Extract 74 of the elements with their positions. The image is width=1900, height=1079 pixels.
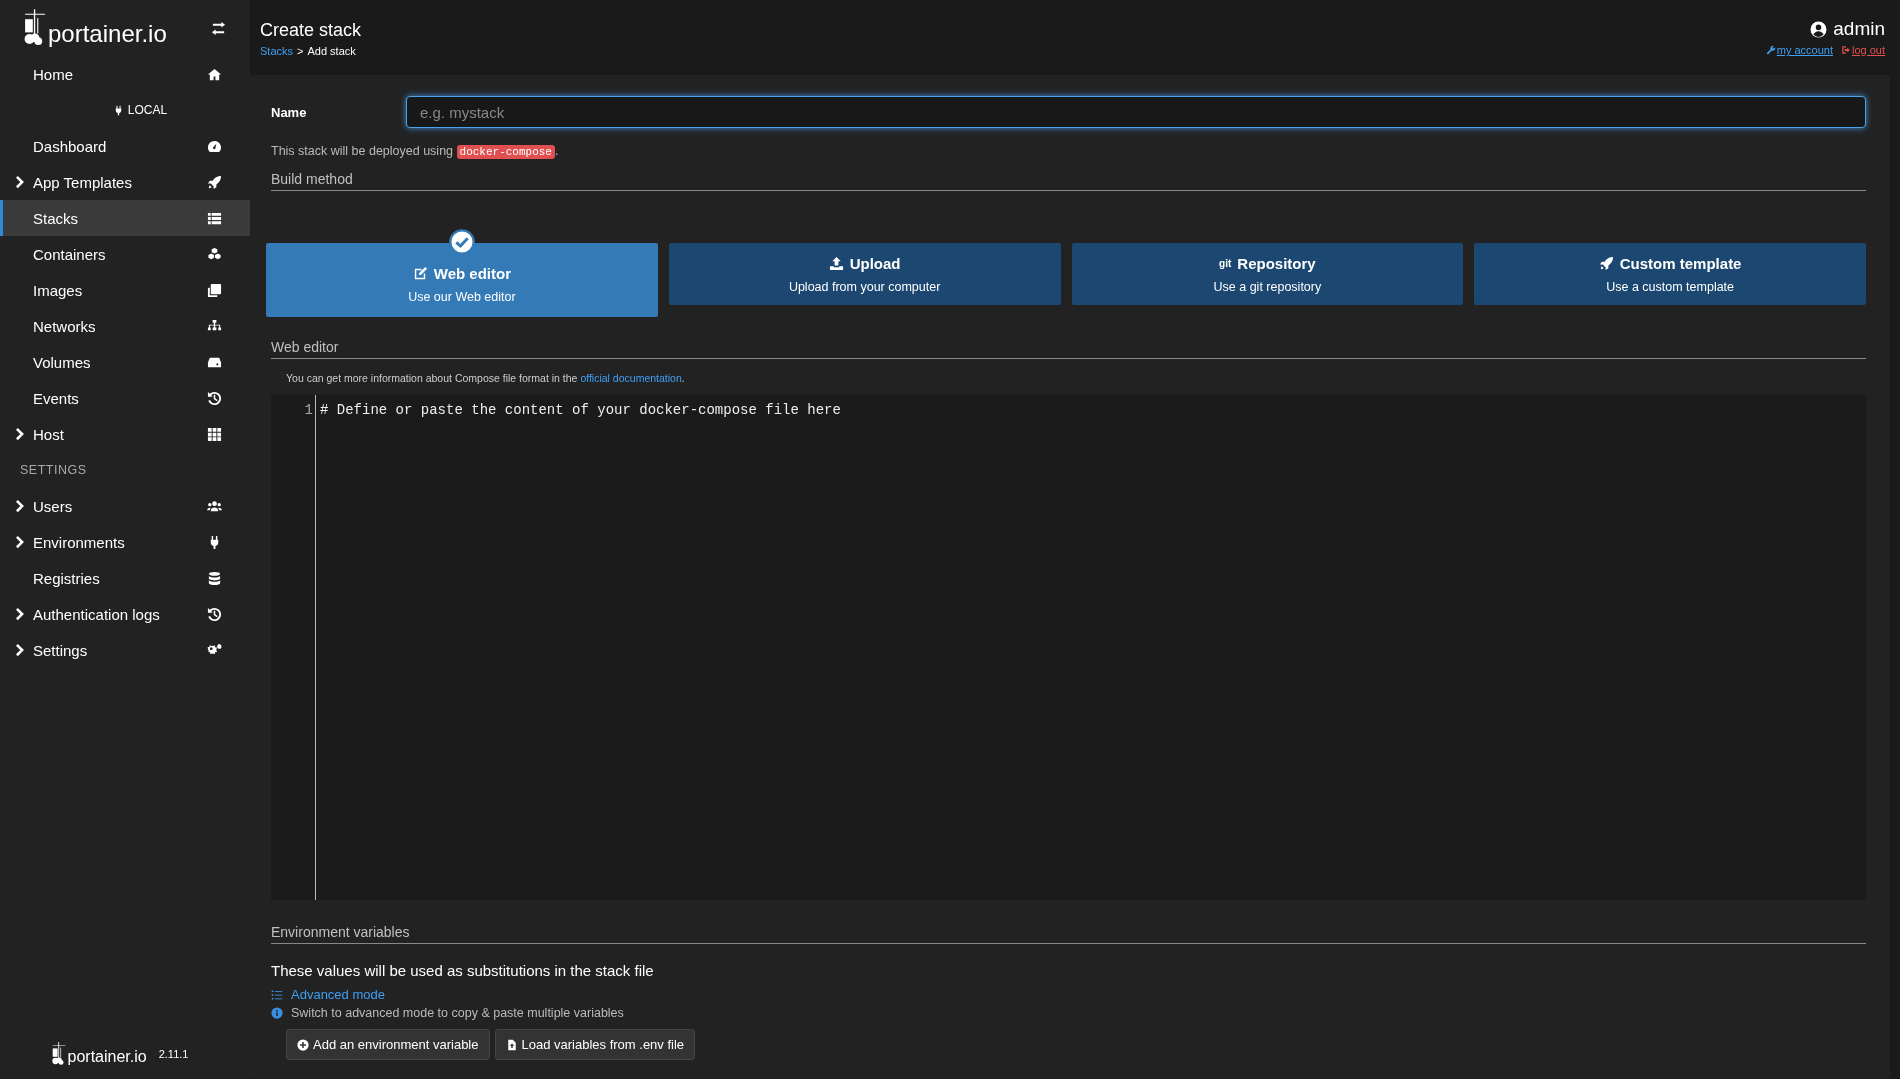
breadcrumb-current: Add stack bbox=[307, 45, 356, 57]
rocket-icon bbox=[207, 174, 222, 190]
editor-note: You can get more information about Compose file format in the official documentation. bbox=[286, 372, 686, 384]
cubes-icon bbox=[207, 246, 222, 262]
sidebar-item[interactable]: Settings bbox=[0, 632, 250, 668]
sidebar-item[interactable]: Stacks bbox=[0, 200, 250, 236]
breadcrumb-separator: > bbox=[297, 45, 304, 57]
clone-icon bbox=[207, 282, 222, 298]
documentation-link[interactable]: official documentation bbox=[580, 372, 682, 384]
sign-out-icon bbox=[1840, 45, 1851, 55]
list-icon bbox=[207, 210, 222, 226]
sidebar-item[interactable]: Environments bbox=[0, 524, 250, 560]
settings-heading: SETTINGS bbox=[19, 462, 88, 479]
grid-icon bbox=[207, 426, 222, 442]
file-upload-icon bbox=[505, 1038, 518, 1051]
line-number: 1 bbox=[304, 402, 313, 418]
advanced-mode-hint: Switch to advanced mode to copy & paste multiple variables bbox=[291, 1006, 624, 1020]
logo-text: portainer.io bbox=[67, 1048, 147, 1066]
env-variable-button[interactable]: Load variables from .env file bbox=[494, 1029, 696, 1060]
sidebar-item[interactable]: App Templates bbox=[0, 164, 250, 200]
build-method-option[interactable]: Upload Upload from your computer bbox=[668, 243, 1061, 305]
log-out-link[interactable]: log out bbox=[1851, 44, 1885, 56]
sidebar-item[interactable]: Authentication logs bbox=[0, 596, 250, 632]
home-icon bbox=[207, 66, 222, 82]
my-account-link[interactable]: my account bbox=[1776, 44, 1833, 56]
rocket-icon bbox=[1598, 255, 1614, 271]
edit-icon bbox=[412, 265, 428, 281]
wrench-icon bbox=[1765, 45, 1776, 55]
build-method-option[interactable]: git Repository Use a git repository bbox=[1071, 243, 1464, 305]
history-icon bbox=[207, 606, 222, 622]
version-label: 2.11.1 bbox=[158, 1048, 189, 1060]
sidebar-item[interactable]: Containers bbox=[0, 236, 250, 272]
git-icon: git bbox=[1219, 257, 1232, 269]
list-ul-icon bbox=[271, 988, 283, 1001]
logo-text: portainer.io bbox=[48, 20, 167, 48]
section-title: Web editor bbox=[271, 339, 1866, 359]
database-icon bbox=[207, 570, 222, 586]
upload-icon bbox=[828, 255, 844, 271]
toggle-sidebar-button[interactable] bbox=[211, 20, 226, 36]
sidebar-item[interactable]: Events bbox=[0, 380, 250, 416]
sidebar-item[interactable]: Host bbox=[0, 416, 250, 452]
history-icon bbox=[207, 390, 222, 406]
users-icon bbox=[207, 498, 222, 514]
swap-icon bbox=[211, 20, 226, 36]
user-icon bbox=[1810, 20, 1828, 38]
build-method-option[interactable]: Web editor Use our Web editor bbox=[266, 243, 658, 317]
sidebar-item[interactable]: Home bbox=[0, 56, 250, 92]
deploy-note: This stack will be deployed using docker-compose . bbox=[271, 144, 560, 158]
gauge-icon bbox=[207, 138, 222, 154]
section-label: LOCAL bbox=[127, 103, 168, 117]
name-input-field[interactable]: e.g. mystack bbox=[406, 96, 1866, 128]
sidebar-item[interactable]: Networks bbox=[0, 308, 250, 344]
code-line: # Define or paste the content of your docker-compose file here bbox=[320, 402, 841, 418]
name-label: Name bbox=[271, 104, 308, 120]
code-editor[interactable]: 1 # Define or paste the content of your docker-compose file here bbox=[271, 395, 1866, 900]
section-title: Build method bbox=[271, 171, 1866, 191]
sidebar-item[interactable]: Volumes bbox=[0, 344, 250, 380]
breadcrumb-link[interactable]: Stacks bbox=[260, 45, 293, 57]
crane-logo-icon bbox=[51, 1042, 66, 1066]
plus-circle-icon bbox=[297, 1038, 309, 1051]
sidebar-item[interactable]: Dashboard bbox=[0, 128, 250, 164]
sidebar-item[interactable]: Registries bbox=[0, 560, 250, 596]
check-icon bbox=[448, 229, 475, 255]
build-method-option[interactable]: Custom template Use a custom template bbox=[1474, 243, 1866, 305]
page-title: Create stack bbox=[260, 20, 362, 41]
sidebar-item[interactable]: Users bbox=[0, 488, 250, 524]
section-title: Environment variables bbox=[271, 924, 1866, 944]
sidebar-item[interactable]: Images bbox=[0, 272, 250, 308]
env-variable-button[interactable]: Add an environment variable bbox=[286, 1029, 490, 1060]
advanced-mode-link[interactable]: Advanced mode bbox=[271, 987, 1866, 1002]
crane-logo-icon bbox=[24, 8, 46, 48]
env-description: These values will be used as substitutions in the stack file bbox=[271, 962, 655, 979]
info-icon bbox=[271, 1007, 283, 1019]
username: admin bbox=[1833, 18, 1885, 40]
